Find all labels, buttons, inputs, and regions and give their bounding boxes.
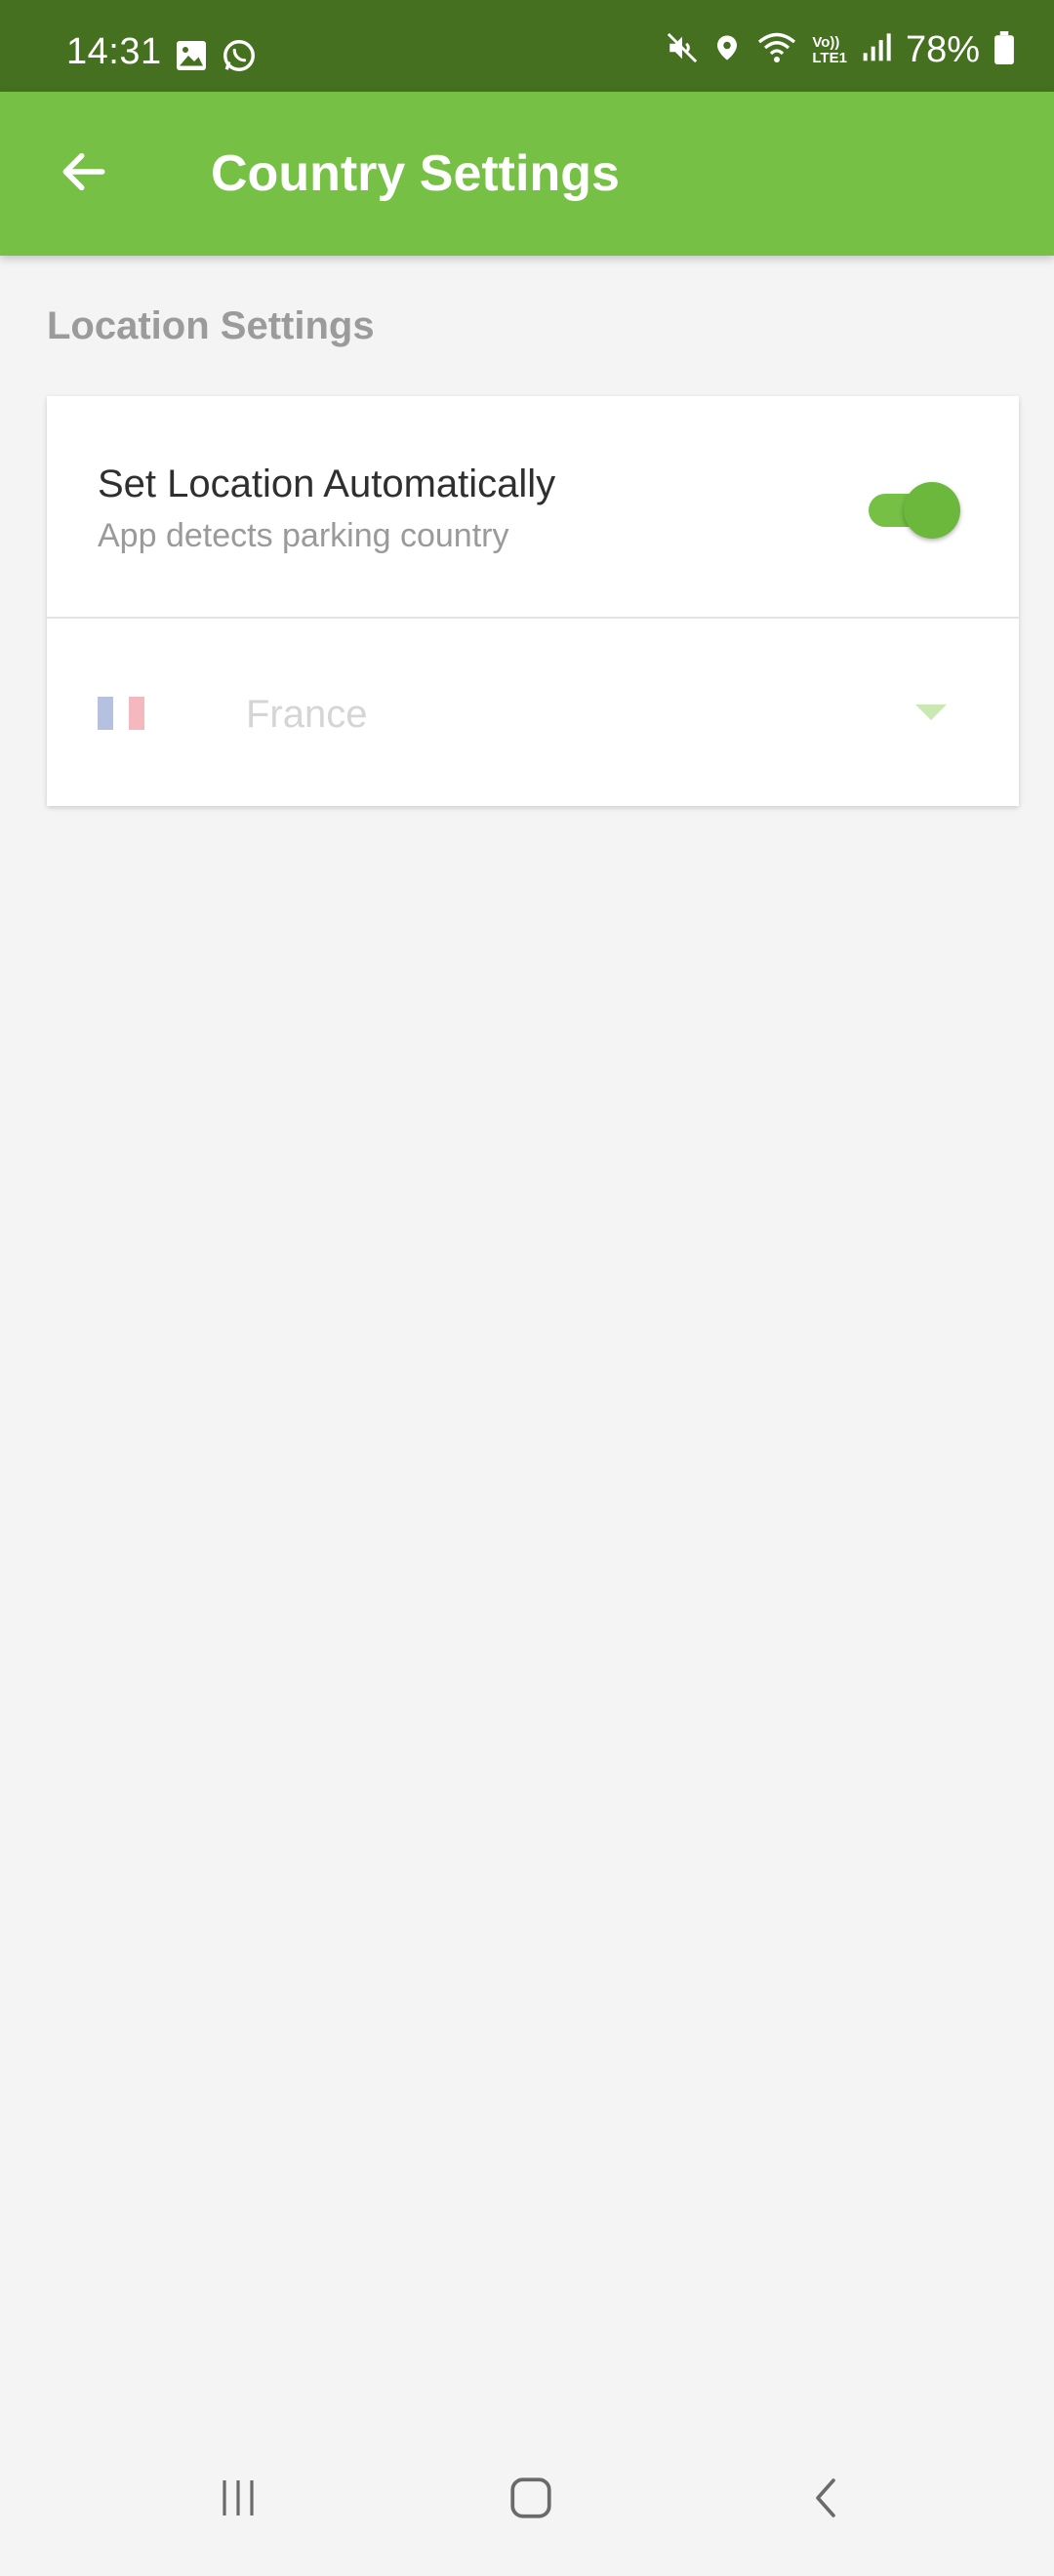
page-title: Country Settings — [211, 145, 620, 202]
country-select[interactable]: France — [47, 619, 1019, 806]
volte-icon: Vo)) LTE1 — [812, 33, 847, 66]
status-time: 14:31 — [66, 31, 162, 72]
auto-location-title: Set Location Automatically — [98, 463, 556, 505]
whatsapp-icon — [221, 37, 258, 79]
auto-location-toggle[interactable] — [865, 482, 960, 539]
system-nav-bar — [0, 2420, 1054, 2576]
dropdown-arrow-icon — [915, 704, 947, 720]
back-icon — [804, 2475, 851, 2526]
location-pin-icon — [712, 31, 742, 69]
status-right-icons: Vo)) LTE1 78% — [666, 29, 1015, 71]
home-button[interactable] — [482, 2471, 580, 2529]
status-bar: 14:31 Vo)) LTE1 78% — [0, 0, 1054, 92]
recent-apps-button[interactable] — [189, 2471, 287, 2529]
status-left-icons — [174, 37, 258, 79]
back-button[interactable] — [47, 137, 121, 211]
vibrate-mute-icon — [666, 31, 699, 69]
country-select-value: France — [246, 693, 368, 736]
recent-apps-icon — [215, 2475, 262, 2526]
battery-icon — [993, 31, 1015, 69]
france-flag-icon — [98, 697, 144, 730]
battery-percent: 78% — [905, 29, 980, 70]
wifi-icon — [755, 30, 798, 70]
section-label: Location Settings — [47, 304, 375, 347]
arrow-left-icon — [57, 144, 111, 204]
auto-location-row[interactable]: Set Location Automatically App detects p… — [47, 396, 1019, 617]
location-settings-card: Set Location Automatically App detects p… — [47, 396, 1019, 806]
system-back-button[interactable] — [779, 2471, 876, 2529]
home-icon — [507, 2474, 555, 2527]
signal-icon — [861, 32, 892, 68]
app-bar: Country Settings — [0, 92, 1054, 256]
gallery-icon — [174, 38, 209, 78]
toggle-thumb — [904, 482, 960, 539]
auto-location-subtitle: App detects parking country — [98, 517, 509, 554]
